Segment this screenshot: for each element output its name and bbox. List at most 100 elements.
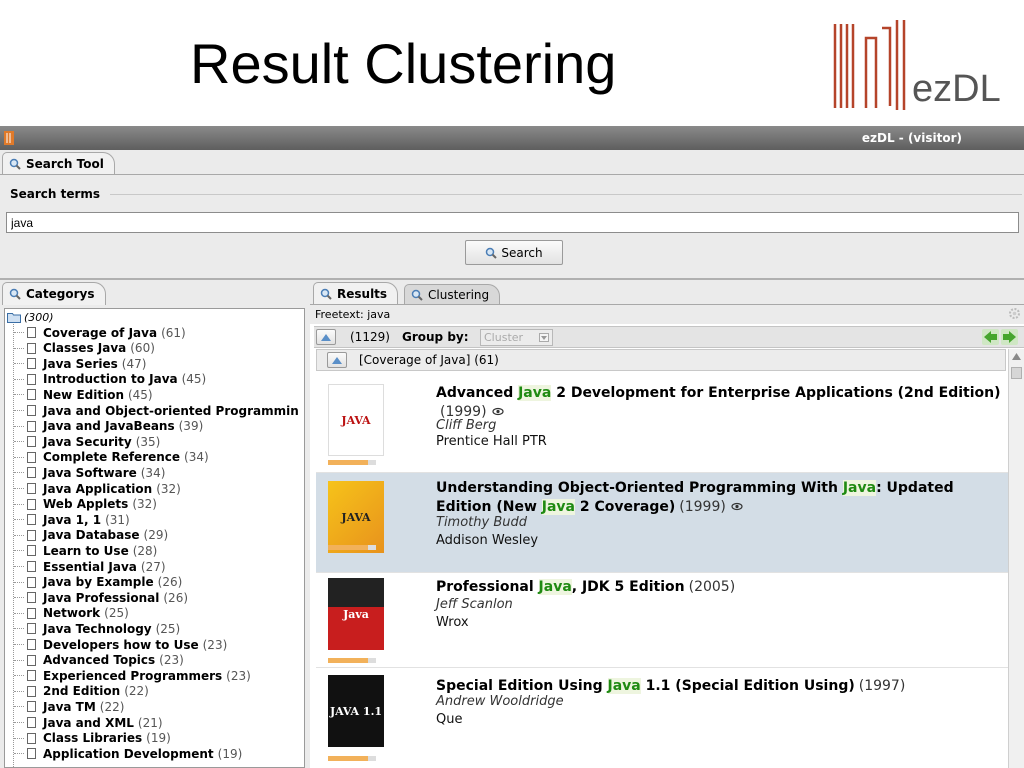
highlighted-term: Java [607, 678, 641, 694]
result-item[interactable]: JAVA Understanding Object-Oriented Progra… [316, 472, 1008, 573]
category-item[interactable]: 2nd Edition (22) [14, 684, 149, 699]
category-count: (25) [155, 621, 181, 636]
result-total: (1129) [350, 330, 390, 344]
results-scrollbar[interactable] [1008, 349, 1024, 768]
category-item[interactable]: Essential Java (27) [14, 559, 166, 574]
category-item[interactable]: Java TM (22) [14, 699, 124, 714]
tree-root[interactable]: (300) [7, 310, 54, 324]
category-name: Essential Java [43, 559, 137, 574]
ezdl-logo-mark-icon [833, 20, 906, 110]
result-item[interactable]: JAVA 1.1 Special Edition Using Java 1.1 (… [316, 667, 1008, 768]
search-terms-input[interactable] [6, 212, 1019, 233]
category-count: (21) [137, 715, 163, 730]
category-item[interactable]: Learn to Use (28) [14, 543, 157, 558]
document-icon [27, 467, 36, 479]
book-cover-image: Java [328, 578, 384, 650]
highlighted-term: Java [518, 385, 552, 401]
group-by-select[interactable]: Cluster [480, 329, 553, 346]
tab-search-tool-label: Search Tool [26, 157, 104, 171]
category-count: (45) [181, 372, 207, 387]
category-item[interactable]: Experienced Programmers (23) [14, 668, 251, 683]
result-title[interactable]: Professional Java, JDK 5 Edition (2005) [436, 578, 1006, 597]
tab-clustering[interactable]: Clustering [404, 284, 501, 305]
category-count: (60) [130, 341, 155, 356]
category-item[interactable]: Java Database (29) [14, 528, 168, 543]
category-count: (22) [124, 684, 149, 699]
search-terms-label: Search terms [10, 187, 101, 201]
eye-icon[interactable] [491, 407, 504, 416]
result-item[interactable]: Java Professional Java, JDK 5 Edition (200… [316, 572, 1008, 668]
result-item[interactable]: JAVA Advanced Java 2 Development for Ente… [316, 372, 1008, 472]
category-item[interactable]: Application Development (19) [14, 746, 242, 761]
freetext-label: Freetext: java [315, 308, 391, 321]
result-title-part: 2 Development for Enterprise Application… [551, 385, 1001, 401]
category-item[interactable]: Java Application (32) [14, 481, 181, 496]
result-title-part: , JDK 5 Edition [571, 579, 685, 595]
result-author[interactable]: Andrew Wooldridge [436, 694, 564, 709]
category-item[interactable]: Classes Java (60) [14, 341, 155, 356]
category-item[interactable]: Class Libraries (19) [14, 731, 171, 746]
arrow-left-icon[interactable] [982, 329, 999, 345]
result-author[interactable]: Jeff Scanlon [436, 597, 513, 612]
group-header[interactable]: [Coverage of Java] (61) [316, 349, 1006, 371]
category-item[interactable]: Java Security (35) [14, 434, 160, 449]
scroll-up-icon[interactable] [1011, 352, 1022, 361]
search-icon [9, 288, 21, 300]
result-author[interactable]: Cliff Berg [436, 418, 496, 433]
tab-categorys[interactable]: Categorys [2, 282, 106, 305]
category-item[interactable]: Java and JavaBeans (39) [14, 419, 203, 434]
document-icon [27, 623, 36, 635]
category-name: Coverage of Java [43, 325, 158, 340]
category-item[interactable]: Java Technology (25) [14, 621, 181, 636]
result-title-part: Advanced [436, 385, 519, 401]
tab-results[interactable]: Results [313, 282, 399, 305]
gear-icon[interactable] [1008, 307, 1021, 320]
arrow-right-icon[interactable] [1001, 329, 1018, 345]
category-item[interactable]: New Edition (45) [14, 387, 153, 402]
result-year: (1999) [679, 499, 726, 515]
category-item[interactable]: Java Series (47) [14, 356, 146, 371]
category-count: (25) [104, 606, 129, 621]
search-button[interactable]: Search [465, 240, 563, 265]
result-publisher: Prentice Hall PTR [436, 434, 547, 449]
tab-search-tool[interactable]: Search Tool [2, 152, 115, 175]
category-item[interactable]: Advanced Topics (23) [14, 653, 184, 668]
window-title: ezDL - (visitor) [861, 131, 962, 145]
eye-icon[interactable] [731, 502, 743, 511]
category-tree[interactable]: (300) Coverage of Java (61) Classes Java (6… [4, 308, 305, 768]
group-collapse-toggle[interactable] [327, 352, 347, 368]
category-count: (31) [105, 512, 130, 527]
category-count: (19) [146, 731, 171, 746]
window-titlebar[interactable]: ezDL - (visitor) [0, 126, 1024, 150]
result-publisher: Que [436, 712, 463, 727]
scroll-thumb[interactable] [1011, 367, 1022, 379]
book-cover-text: JAVA [341, 510, 371, 524]
category-item[interactable]: Network (25) [14, 606, 129, 621]
result-title[interactable]: Understanding Object-Oriented Programmin… [436, 479, 1006, 517]
category-name: New Edition [43, 387, 124, 402]
highlighted-term: Java [842, 480, 877, 496]
category-item[interactable]: Developers how to Use (23) [14, 637, 227, 652]
category-count: (32) [156, 481, 181, 496]
category-item[interactable]: Web Applets (32) [14, 497, 157, 512]
result-title[interactable]: Advanced Java 2 Development for Enterpri… [436, 384, 1006, 422]
category-item[interactable]: Coverage of Java (61) [14, 325, 186, 340]
category-item[interactable]: Complete Reference (34) [14, 450, 209, 465]
category-name: Learn to Use [43, 543, 129, 558]
document-icon [27, 654, 36, 666]
search-icon [320, 288, 332, 300]
category-item[interactable]: Introduction to Java (45) [14, 372, 207, 387]
category-item[interactable]: Java by Example (26) [14, 575, 182, 590]
search-tool-panel: Search Tool Search terms Search [0, 150, 1024, 278]
result-author[interactable]: Timothy Budd [436, 515, 527, 530]
category-item[interactable]: Java Software (34) [14, 465, 165, 480]
category-item[interactable]: Java and XML (21) [14, 715, 163, 730]
result-title-part: 2 Coverage) [575, 499, 676, 515]
group-by-toolbar: (1129) Group by: Cluster [314, 326, 1024, 348]
document-icon [27, 342, 36, 354]
category-item[interactable]: Java Professional (26) [14, 590, 188, 605]
result-year: (1997) [858, 678, 906, 694]
category-item[interactable]: Java and Object-oriented Programmin [14, 403, 303, 418]
category-item[interactable]: Java 1, 1 (31) [14, 512, 130, 527]
collapse-toggle[interactable] [316, 329, 336, 345]
